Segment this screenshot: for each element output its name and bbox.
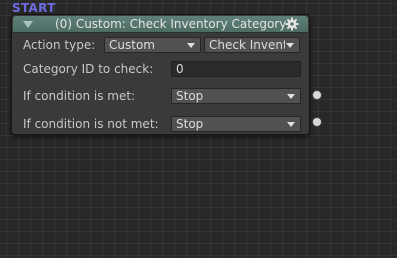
condition-not-met-output-port[interactable] — [312, 117, 322, 127]
condition-not-met-label: If condition is not met: — [23, 117, 159, 131]
collapse-arrow-icon[interactable] — [23, 21, 33, 28]
node-header[interactable]: (0) Custom: Check Inventory Category — [13, 16, 308, 33]
condition-not-met-dropdown[interactable]: Stop — [171, 116, 301, 132]
category-id-input[interactable]: 0 — [171, 61, 301, 77]
chevron-down-icon — [287, 122, 295, 127]
condition-met-label: If condition is met: — [23, 89, 136, 103]
action-type-value: Custom — [109, 38, 155, 52]
node-title: (0) Custom: Check Inventory Category — [55, 17, 287, 31]
gear-icon[interactable] — [285, 17, 299, 31]
chevron-down-icon — [286, 43, 294, 48]
action-type-label: Action type: — [23, 38, 96, 52]
start-label: START — [12, 1, 56, 15]
custom-action-value: Check Inventory Category — [209, 38, 285, 52]
condition-met-value: Stop — [176, 89, 204, 103]
custom-action-dropdown[interactable]: Check Inventory Category — [204, 37, 300, 53]
condition-not-met-value: Stop — [176, 117, 204, 131]
category-id-label: Category ID to check: — [23, 62, 154, 76]
condition-met-output-port[interactable] — [312, 90, 322, 100]
chevron-down-icon — [187, 43, 195, 48]
chevron-down-icon — [287, 94, 295, 99]
action-node[interactable]: (0) Custom: Check Inventory Category Act… — [11, 14, 310, 135]
condition-met-dropdown[interactable]: Stop — [171, 88, 301, 104]
action-type-dropdown[interactable]: Custom — [104, 37, 201, 53]
